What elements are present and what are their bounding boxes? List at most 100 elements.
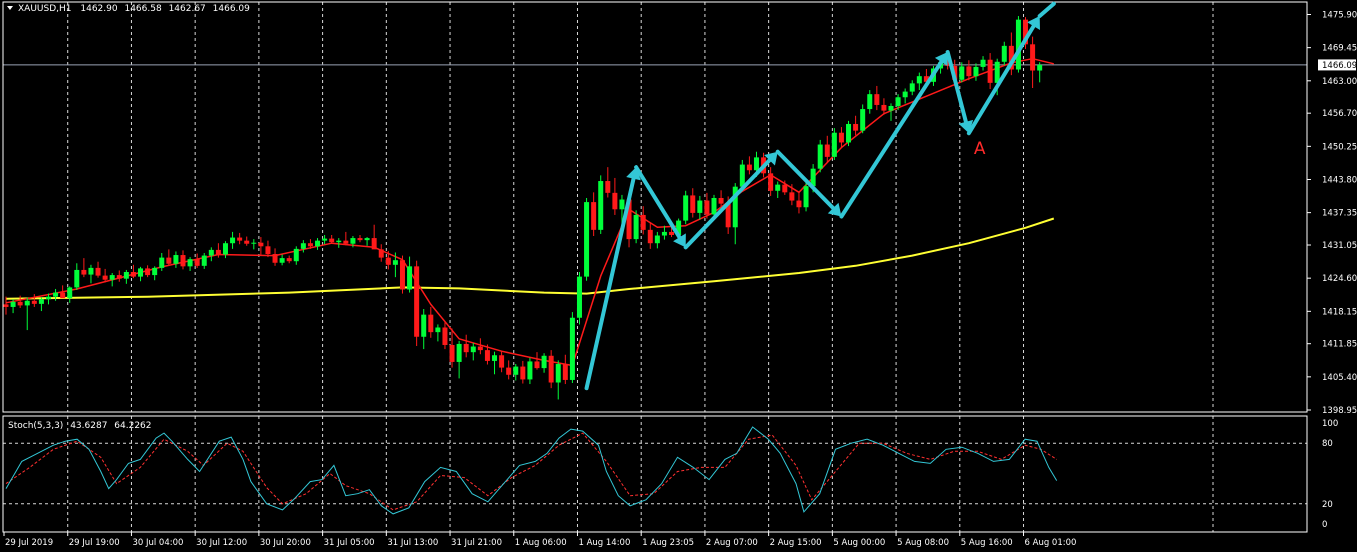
time-tick-label: 31 Jul 13:00 xyxy=(387,538,438,548)
candle-body xyxy=(1030,44,1036,71)
candle xyxy=(116,270,122,282)
candle xyxy=(286,255,292,264)
candle xyxy=(598,175,604,234)
candle xyxy=(520,360,526,384)
candle-body xyxy=(640,214,646,230)
candle-body xyxy=(421,314,427,337)
candle xyxy=(569,312,575,384)
candle xyxy=(407,256,413,293)
candle-body xyxy=(428,314,434,333)
candle xyxy=(343,231,349,246)
candle-body xyxy=(746,164,752,171)
price-tick-label: 1443.80 xyxy=(1322,175,1357,185)
candle xyxy=(378,244,384,262)
candle-body xyxy=(244,240,250,244)
time-tick-label: 2 Aug 15:00 xyxy=(770,538,822,548)
candle xyxy=(265,240,271,258)
candle-body xyxy=(215,249,221,255)
candle-body xyxy=(350,238,356,244)
candle-body xyxy=(336,240,342,243)
candle xyxy=(605,167,611,198)
price-tick-label: 1431.05 xyxy=(1322,241,1357,251)
candle xyxy=(987,53,993,90)
ohlc-low: 1462.67 xyxy=(169,4,206,14)
candle-body xyxy=(463,343,469,353)
candle xyxy=(371,224,377,250)
candle-body xyxy=(116,275,122,279)
candle-body xyxy=(966,66,972,77)
candle-body xyxy=(201,255,207,266)
candle xyxy=(201,252,207,269)
candle-body xyxy=(293,248,299,262)
candle xyxy=(817,139,823,173)
candle-body xyxy=(711,197,717,215)
current-price-label: 1466.09 xyxy=(1322,61,1357,71)
candle-body xyxy=(251,242,257,244)
candle xyxy=(251,239,257,250)
time-axis: 29 Jul 2019 29 Jul 19:00 30 Jul 04:00 30 Ju… xyxy=(3,532,1076,548)
candle-body xyxy=(605,181,611,193)
candle xyxy=(442,321,448,350)
candle-body xyxy=(973,66,979,77)
candle-body xyxy=(145,268,151,276)
candle xyxy=(980,56,986,71)
candle xyxy=(74,263,80,290)
candle xyxy=(853,115,859,136)
stochastic-header: Stoch(5,3,3) 43.6287 64.2262 xyxy=(8,421,152,431)
candle-body xyxy=(881,104,887,111)
candle xyxy=(138,266,144,282)
candle-body xyxy=(916,76,922,84)
stochastic-signal-line xyxy=(5,432,1057,511)
candle-body xyxy=(499,355,505,368)
collapse-triangle-icon[interactable] xyxy=(7,6,13,10)
candle xyxy=(591,192,597,237)
candle-body xyxy=(74,269,80,288)
zigzag-shaft xyxy=(966,23,1036,136)
price-tick-label: 1398.95 xyxy=(1322,406,1357,416)
candle xyxy=(633,210,639,244)
candle xyxy=(38,297,44,312)
candle-body xyxy=(591,202,597,230)
price-pane-border xyxy=(2,1,1308,413)
candle-body xyxy=(782,184,788,193)
price-tick-label: 1405.40 xyxy=(1322,373,1357,383)
candle-body xyxy=(123,271,129,279)
candle xyxy=(1030,36,1036,88)
price-chart[interactable]: 1475.90 1469.45 1463.00 1456.70 1450.25 1443.… xyxy=(0,0,1357,552)
stochastic-tick-label: 100 xyxy=(1322,419,1338,429)
candle-body xyxy=(414,266,420,337)
candle xyxy=(272,248,278,266)
candle xyxy=(230,231,236,249)
candle-body xyxy=(654,235,660,244)
ohlc-open: 1462.90 xyxy=(80,4,117,14)
time-tick-label: 30 Jul 04:00 xyxy=(132,538,183,548)
candle xyxy=(166,249,172,266)
price-axis: 1475.90 1469.45 1463.00 1456.70 1450.25 1443.… xyxy=(1307,11,1357,530)
candle-body xyxy=(102,275,108,280)
candle xyxy=(513,363,519,381)
time-tick-label: 31 Jul 21:00 xyxy=(451,538,502,548)
candle xyxy=(612,177,618,215)
candle xyxy=(414,260,420,347)
price-tick-label: 1456.70 xyxy=(1322,109,1357,119)
candle-body xyxy=(442,327,448,345)
candle xyxy=(421,309,427,350)
candle xyxy=(300,240,306,253)
candle xyxy=(67,286,73,303)
candle xyxy=(31,294,37,307)
candle xyxy=(222,241,228,259)
candle-body xyxy=(138,268,144,277)
candle xyxy=(796,191,802,214)
candle-body xyxy=(53,292,59,297)
candle-body xyxy=(846,123,852,143)
candle-body xyxy=(24,300,30,306)
annotation-label-a: A xyxy=(974,139,986,159)
candle-body xyxy=(230,237,236,244)
candle-body xyxy=(909,83,915,92)
candle xyxy=(81,258,87,278)
candle xyxy=(860,104,866,134)
candle xyxy=(463,334,469,358)
time-tick-label: 30 Jul 12:00 xyxy=(196,538,247,548)
candle xyxy=(435,324,441,342)
candle-body xyxy=(449,344,455,362)
